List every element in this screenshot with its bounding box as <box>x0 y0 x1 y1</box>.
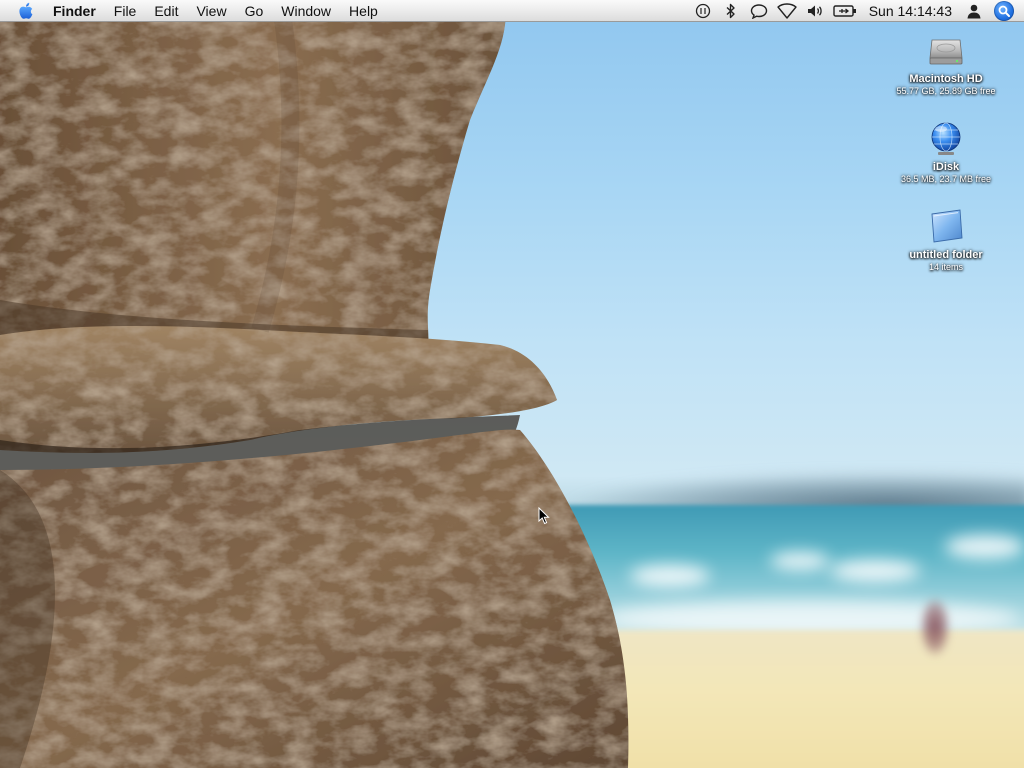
menu-bar: Finder File Edit View Go Window Help Sun… <box>0 0 1024 22</box>
menu-extras: Sun 14:14:43 <box>689 0 1024 22</box>
desktop-icon-info: 36.5 MB, 23.7 MB free <box>900 174 992 184</box>
idisk-globe-icon <box>931 122 961 155</box>
menu-go[interactable]: Go <box>236 0 273 22</box>
menu-clock[interactable]: Sun 14:14:43 <box>861 0 960 22</box>
desktop-icon-label: Macintosh HD <box>909 73 983 85</box>
menu-finder[interactable]: Finder <box>44 0 105 22</box>
menu-view[interactable]: View <box>187 0 235 22</box>
desktop-icon-idisk[interactable]: iDisk 36.5 MB, 23.7 MB free <box>876 118 1016 185</box>
menu-edit[interactable]: Edit <box>145 0 187 22</box>
desktop-icon-macintosh-hd[interactable]: Macintosh HD 55.77 GB, 25.89 GB free <box>876 30 1016 97</box>
desktop-icon-label: untitled folder <box>909 249 983 261</box>
desktop-icon-info: 14 items <box>928 262 963 272</box>
battery-icon[interactable] <box>832 0 858 22</box>
desktop-icon-untitled-folder[interactable]: untitled folder 14 items <box>876 206 1016 273</box>
hard-drive-icon <box>929 39 963 65</box>
wallpaper-rock <box>0 0 629 768</box>
spotlight-search-icon[interactable] <box>994 0 1014 21</box>
sync-icon[interactable] <box>692 0 714 22</box>
volume-icon[interactable] <box>804 0 826 22</box>
wifi-icon[interactable] <box>776 0 798 22</box>
desktop-icon-label: iDisk <box>932 161 960 173</box>
desktop-wallpaper <box>0 0 1024 768</box>
folder-icon <box>931 209 963 243</box>
desktop[interactable]: Finder File Edit View Go Window Help Sun… <box>0 0 1024 768</box>
apple-logo-icon[interactable] <box>16 1 36 21</box>
user-icon[interactable] <box>963 0 985 22</box>
bluetooth-icon[interactable] <box>720 0 742 22</box>
menu-help[interactable]: Help <box>340 0 387 22</box>
menu-file[interactable]: File <box>105 0 146 22</box>
ichat-icon[interactable] <box>748 0 770 22</box>
mouse-cursor-icon <box>538 507 550 525</box>
menu-window[interactable]: Window <box>272 0 340 22</box>
desktop-icon-info: 55.77 GB, 25.89 GB free <box>896 86 996 96</box>
